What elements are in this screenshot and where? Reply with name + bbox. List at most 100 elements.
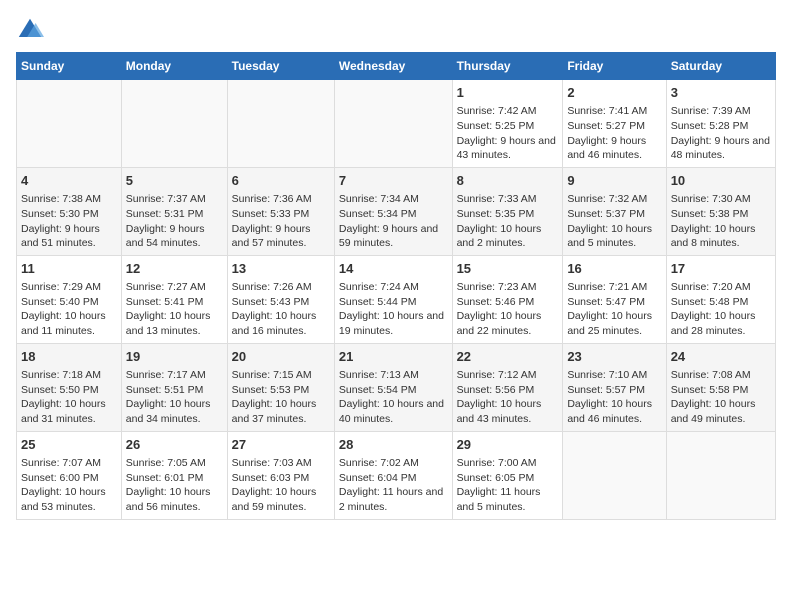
calendar-cell: 13 Sunrise: 7:26 AMSunset: 5:43 PMDayligh… [227, 255, 334, 343]
day-number: 24 [671, 348, 771, 366]
day-info: Sunrise: 7:27 AM [126, 280, 223, 295]
day-info: Sunset: 5:31 PM [126, 207, 223, 222]
calendar-cell: 19Sunrise: 7:17 AMSunset: 5:51 PMDayligh… [121, 343, 227, 431]
day-info: Daylight: 10 hours and 53 minutes. [21, 485, 117, 514]
calendar-cell: 29Sunrise: 7:00 AMSunset: 6:05 PMDayligh… [452, 431, 563, 519]
day-info: Sunset: 5:43 PM [232, 295, 330, 310]
day-number: 17 [671, 260, 771, 278]
day-info: Sunrise: 7:41 AM [567, 104, 661, 119]
day-info: Sunrise: 7:17 AM [126, 368, 223, 383]
day-number: 18 [21, 348, 117, 366]
day-info: Daylight: 10 hours and 56 minutes. [126, 485, 223, 514]
header-monday: Monday [121, 53, 227, 80]
day-info: Daylight: 10 hours and 31 minutes. [21, 397, 117, 426]
day-info: Sunset: 5:41 PM [126, 295, 223, 310]
day-info: Sunrise: 7:23 AM [457, 280, 559, 295]
day-info: Sunrise: 7:33 AM [457, 192, 559, 207]
calendar-cell: 11Sunrise: 7:29 AMSunset: 5:40 PMDayligh… [17, 255, 122, 343]
logo-icon [16, 16, 44, 44]
calendar-header-row: SundayMondayTuesdayWednesdayThursdayFrid… [17, 53, 776, 80]
day-info: Sunrise: 7:03 AM [232, 456, 330, 471]
calendar-cell: 12Sunrise: 7:27 AMSunset: 5:41 PMDayligh… [121, 255, 227, 343]
day-number: 26 [126, 436, 223, 454]
calendar-cell: 22Sunrise: 7:12 AMSunset: 5:56 PMDayligh… [452, 343, 563, 431]
day-info: Sunset: 5:40 PM [21, 295, 117, 310]
header [16, 16, 776, 44]
day-info: Sunset: 5:58 PM [671, 383, 771, 398]
day-info: Sunset: 6:05 PM [457, 471, 559, 486]
day-info: Sunrise: 7:30 AM [671, 192, 771, 207]
calendar-cell: 6Sunrise: 7:36 AMSunset: 5:33 PMDaylight… [227, 167, 334, 255]
calendar-cell: 18Sunrise: 7:18 AMSunset: 5:50 PMDayligh… [17, 343, 122, 431]
day-info: Sunrise: 7:38 AM [21, 192, 117, 207]
day-info: Daylight: 10 hours and 22 minutes. [457, 309, 559, 338]
calendar-cell: 7Sunrise: 7:34 AMSunset: 5:34 PMDaylight… [334, 167, 452, 255]
day-info: Daylight: 10 hours and 5 minutes. [567, 222, 661, 251]
day-info: Sunset: 5:44 PM [339, 295, 448, 310]
day-info: Sunset: 5:47 PM [567, 295, 661, 310]
day-info: Daylight: 9 hours and 59 minutes. [339, 222, 448, 251]
calendar-cell: 27Sunrise: 7:03 AMSunset: 6:03 PMDayligh… [227, 431, 334, 519]
day-info: Sunset: 5:35 PM [457, 207, 559, 222]
header-wednesday: Wednesday [334, 53, 452, 80]
day-info: Sunset: 5:48 PM [671, 295, 771, 310]
calendar-cell: 28Sunrise: 7:02 AMSunset: 6:04 PMDayligh… [334, 431, 452, 519]
day-info: Daylight: 10 hours and 16 minutes. [232, 309, 330, 338]
day-info: Daylight: 10 hours and 11 minutes. [21, 309, 117, 338]
calendar-cell: 20Sunrise: 7:15 AMSunset: 5:53 PMDayligh… [227, 343, 334, 431]
day-number: 13 [232, 260, 330, 278]
day-info: Sunrise: 7:34 AM [339, 192, 448, 207]
calendar-cell [666, 431, 775, 519]
day-info: Sunrise: 7:29 AM [21, 280, 117, 295]
day-info: Daylight: 10 hours and 2 minutes. [457, 222, 559, 251]
day-number: 21 [339, 348, 448, 366]
day-info: Sunrise: 7:32 AM [567, 192, 661, 207]
day-info: Sunrise: 7:05 AM [126, 456, 223, 471]
header-friday: Friday [563, 53, 666, 80]
day-number: 19 [126, 348, 223, 366]
day-info: Sunrise: 7:42 AM [457, 104, 559, 119]
calendar-week-2: 4Sunrise: 7:38 AMSunset: 5:30 PMDaylight… [17, 167, 776, 255]
day-info: Sunrise: 7:21 AM [567, 280, 661, 295]
day-number: 15 [457, 260, 559, 278]
calendar-cell: 9Sunrise: 7:32 AMSunset: 5:37 PMDaylight… [563, 167, 666, 255]
calendar-cell: 3Sunrise: 7:39 AMSunset: 5:28 PMDaylight… [666, 80, 775, 168]
header-thursday: Thursday [452, 53, 563, 80]
day-info: Sunrise: 7:10 AM [567, 368, 661, 383]
day-info: Daylight: 9 hours and 51 minutes. [21, 222, 117, 251]
day-info: Daylight: 10 hours and 13 minutes. [126, 309, 223, 338]
day-number: 6 [232, 172, 330, 190]
day-number: 14 [339, 260, 448, 278]
day-info: Sunrise: 7:08 AM [671, 368, 771, 383]
day-info: Sunrise: 7:24 AM [339, 280, 448, 295]
day-info: Sunset: 5:30 PM [21, 207, 117, 222]
day-number: 29 [457, 436, 559, 454]
day-info: Sunset: 6:01 PM [126, 471, 223, 486]
day-number: 4 [21, 172, 117, 190]
calendar-cell [227, 80, 334, 168]
day-number: 27 [232, 436, 330, 454]
day-info: Daylight: 10 hours and 49 minutes. [671, 397, 771, 426]
calendar-cell [121, 80, 227, 168]
day-number: 1 [457, 84, 559, 102]
day-number: 25 [21, 436, 117, 454]
calendar-cell: 24 Sunrise: 7:08 AMSunset: 5:58 PMDayligh… [666, 343, 775, 431]
calendar-cell: 26 Sunrise: 7:05 AMSunset: 6:01 PMDayligh… [121, 431, 227, 519]
day-number: 3 [671, 84, 771, 102]
day-info: Sunset: 5:28 PM [671, 119, 771, 134]
day-info: Sunrise: 7:39 AM [671, 104, 771, 119]
day-info: Daylight: 10 hours and 40 minutes. [339, 397, 448, 426]
day-info: Sunset: 5:38 PM [671, 207, 771, 222]
day-info: Sunset: 6:03 PM [232, 471, 330, 486]
day-info: Sunset: 5:34 PM [339, 207, 448, 222]
day-number: 2 [567, 84, 661, 102]
day-info: Sunrise: 7:26 AM [232, 280, 330, 295]
day-info: Sunset: 6:04 PM [339, 471, 448, 486]
day-info: Sunset: 5:46 PM [457, 295, 559, 310]
day-info: Sunset: 5:50 PM [21, 383, 117, 398]
calendar-cell: 14Sunrise: 7:24 AMSunset: 5:44 PMDayligh… [334, 255, 452, 343]
day-info: Sunset: 5:57 PM [567, 383, 661, 398]
day-number: 5 [126, 172, 223, 190]
day-number: 16 [567, 260, 661, 278]
day-info: Sunset: 5:53 PM [232, 383, 330, 398]
